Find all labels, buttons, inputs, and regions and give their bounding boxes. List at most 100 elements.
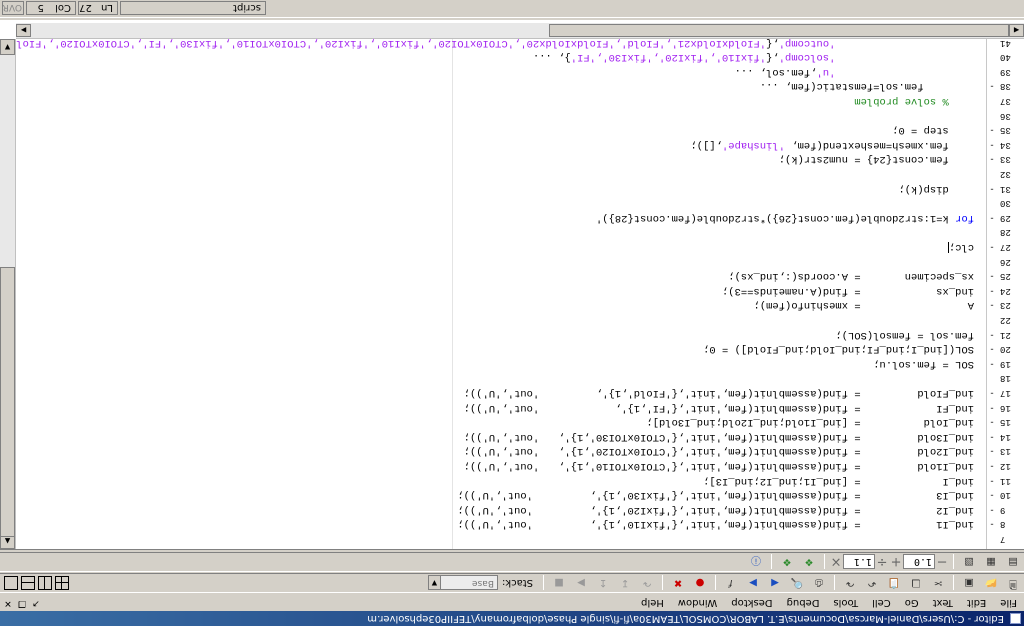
breakpoint-marker[interactable] [988,93,996,108]
breakpoint-marker[interactable]: - [988,415,996,430]
code-line[interactable]: ind_xs = find(A.nameinds==3); [722,283,974,298]
code-line[interactable]: xs_specimen = A.coords(:,ind_xs); [728,269,974,284]
code-line[interactable]: disp(k); [898,181,974,196]
menu-debug[interactable]: Debug [780,594,827,611]
horizontal-scrollbar[interactable]: ◀ ▶ [16,23,1024,39]
breakpoint-marker[interactable] [988,196,996,211]
exit-debug-icon[interactable]: ■ [550,575,568,591]
breakpoint-marker[interactable] [988,531,996,546]
undock-icon[interactable]: ↗ [30,597,42,609]
breakpoint-marker[interactable] [988,108,996,123]
breakpoint-marker[interactable]: - [988,342,996,357]
code-line[interactable]: % solve problem [854,93,974,108]
breakpoint-marker[interactable]: - [988,283,996,298]
cell-times-button[interactable]: × [829,555,843,570]
code-line[interactable]: fem.sol = femsol(SOL); [835,327,974,342]
breakpoint-marker[interactable] [988,254,996,269]
stack-select[interactable]: Base ▼ [427,575,498,591]
code-line[interactable]: fem.sol=femstatic(fem, ... [760,79,974,94]
step-icon[interactable]: ↷ [638,575,656,591]
cell-eval-icon[interactable]: ▤ [1004,554,1022,570]
breakpoint-marker[interactable]: - [988,298,996,313]
code-line[interactable]: ind_I3 = find(assemblnit(fem,'init',{'fi… [457,488,974,503]
breakpoint-marker[interactable] [988,312,996,327]
redo-icon[interactable]: ↷ [841,575,859,591]
info-icon[interactable]: ⓘ [747,554,765,570]
step-in-icon[interactable]: ↧ [616,575,634,591]
menu-cell[interactable]: Cell [865,594,898,611]
breakpoint-marker[interactable]: - [988,517,996,532]
menu-help[interactable]: Help [634,594,671,611]
menu-window[interactable]: Window [671,594,724,611]
open-icon[interactable]: 📂 [982,575,1000,591]
paste-icon[interactable]: 📋 [885,575,903,591]
undo-icon[interactable]: ↶ [863,575,881,591]
menu-tools[interactable]: Tools [826,594,865,611]
code-line[interactable]: ind_I3old = find(assemblnit(fem,'init',{… [464,429,974,444]
layout-vertical-icon[interactable] [38,576,52,590]
breakpoint-clear-icon[interactable]: ✖ [669,575,687,591]
cell-plus-button[interactable]: + [889,555,903,570]
close-icon[interactable]: ✕ [2,597,14,609]
breakpoint-marker[interactable] [988,371,996,386]
breakpoint-marker[interactable]: - [988,444,996,459]
breakpoint-marker[interactable]: - [988,488,996,503]
breakpoint-marker[interactable]: - [988,473,996,488]
back-icon[interactable]: ◀ [766,575,784,591]
cell-increment-input[interactable]: 1.0 [903,554,935,570]
breakpoint-marker[interactable]: - [988,356,996,371]
cell-prev-icon[interactable]: ❖ [800,554,818,570]
code-line[interactable]: A = xmeshinfo(fem); [753,298,974,313]
layout-horizontal-icon[interactable] [21,576,35,590]
code-area[interactable]: ind_I1 = find(assemblnit(fem,'init',{'fi… [16,39,986,549]
breakpoint-marker[interactable]: - [988,269,996,284]
layout-float-icon[interactable] [4,576,18,590]
scroll-left-arrow[interactable]: ◀ [1009,24,1024,37]
forward-icon[interactable]: ▶ [744,575,762,591]
vertical-scrollbar[interactable]: ▲ ▼ [0,39,16,549]
cell-eval-advance-icon[interactable]: ▦ [982,554,1000,570]
code-line[interactable]: fem.xmesh=meshextend(fem, 'linshape',[])… [690,137,974,152]
code-line[interactable]: SOL([ind_I;ind_FI;ind_Iold;ind_FIold]) =… [703,342,974,357]
cell-divide-button[interactable]: ÷ [875,555,889,570]
breakpoint-marker[interactable]: - [988,137,996,152]
breakpoint-marker[interactable]: - [988,385,996,400]
scroll-right-arrow[interactable]: ▶ [16,24,31,37]
find-icon[interactable]: 🔍 [788,575,806,591]
code-editor[interactable]: 7 8-9-10-11-12-13-14-15-16-17-18 19-20-21-… [0,20,1024,550]
code-line[interactable]: ind_I2 = find(assemblnit(fem,'init',{'fi… [457,502,974,517]
restore-icon[interactable]: ❐ [16,597,28,609]
save-icon[interactable]: ▣ [960,575,978,591]
breakpoint-marker[interactable]: - [988,123,996,138]
step-out-icon[interactable]: ↥ [594,575,612,591]
print-icon[interactable]: ⎙ [810,575,828,591]
code-line[interactable]: ind_FI = find(assemblnit(fem,'init',{'FI… [464,400,974,415]
breakpoint-marker[interactable]: - [988,210,996,225]
code-line[interactable]: clc; [947,239,974,254]
code-line[interactable]: 'u',fem.sol, ... [735,64,974,79]
breakpoint-marker[interactable]: - [988,181,996,196]
cut-icon[interactable]: ✂ [929,575,947,591]
vertical-scroll-thumb[interactable] [0,267,15,537]
function-icon[interactable]: f [722,575,740,591]
code-line[interactable]: fem.const{24} = num2str(k); [779,152,974,167]
code-line[interactable]: SOL = fem.sol.u; [873,356,974,371]
new-file-icon[interactable]: 🗎 [1004,575,1022,591]
code-line[interactable]: 'outcomp',{'FIoldxIoldx21','FIold','FIol… [16,39,974,50]
code-line[interactable]: ind_I = [ind_I1;ind_I2;ind_I3]; [703,473,974,488]
breakpoint-marker[interactable]: - [988,79,996,94]
breakpoint-set-icon[interactable]: ● [691,575,709,591]
menu-edit[interactable]: Edit [960,594,993,611]
breakpoint-marker[interactable]: - [988,327,996,342]
layout-tile-icon[interactable] [55,576,69,590]
breakpoint-marker[interactable]: - [988,429,996,444]
copy-icon[interactable]: ❏ [907,575,925,591]
code-line[interactable]: ind_I1 = find(assemblnit(fem,'init',{'fi… [457,517,974,532]
menu-file[interactable]: File [993,594,1024,611]
breakpoint-marker[interactable]: - [988,458,996,473]
breakpoint-marker[interactable] [988,50,996,65]
breakpoint-marker[interactable]: - [988,502,996,517]
chevron-down-icon[interactable]: ▼ [428,576,441,590]
code-line[interactable]: for k=1:str2double(fem.const{26})*str2do… [596,210,974,225]
breakpoint-marker[interactable] [988,64,996,79]
